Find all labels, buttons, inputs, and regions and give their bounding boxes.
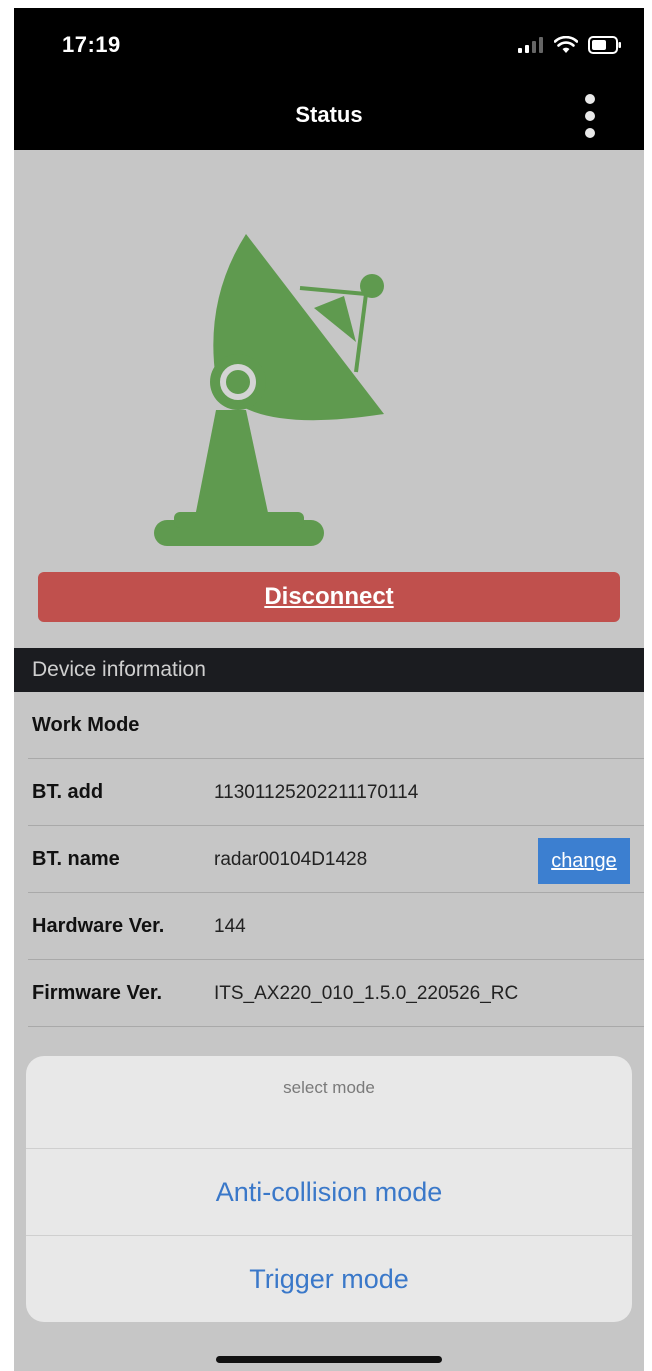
- trigger-mode-option[interactable]: Trigger mode: [26, 1236, 632, 1322]
- disconnect-button[interactable]: Disconnect: [38, 572, 620, 622]
- status-bar: 17:19: [14, 8, 644, 78]
- radar-dish-icon: [154, 234, 384, 546]
- info-label: Work Mode: [32, 714, 140, 736]
- info-value: ITS_AX220_010_1.5.0_220526_RC: [214, 983, 519, 1004]
- info-value: 144: [214, 916, 246, 937]
- device-info-header: Device information: [14, 648, 644, 692]
- status-icons: [518, 36, 622, 54]
- wifi-icon: [554, 36, 578, 53]
- status-time: 17:19: [62, 32, 121, 57]
- change-name-button[interactable]: change: [538, 838, 630, 884]
- nav-bar: Status: [14, 78, 644, 150]
- info-label: BT. name: [32, 848, 120, 870]
- row-divider: [28, 1026, 644, 1027]
- info-value: radar00104D1428: [214, 849, 368, 870]
- info-value: 11301125202211170114: [214, 782, 419, 803]
- menu-dot-icon: [585, 111, 595, 121]
- info-label: BT. add: [32, 781, 104, 803]
- menu-dot-icon: [585, 94, 595, 104]
- menu-dot-icon: [585, 128, 595, 138]
- more-options-button[interactable]: [580, 94, 600, 138]
- info-label: Hardware Ver.: [32, 915, 165, 937]
- page-title: Status: [295, 102, 363, 127]
- info-row-hardware-ver: Hardware Ver. 144: [14, 893, 644, 960]
- info-label: Firmware Ver.: [32, 982, 163, 1004]
- home-indicator[interactable]: [216, 1356, 442, 1363]
- phone-screen: 17:19 Status Disconnect Device informati…: [14, 8, 644, 1371]
- info-row-firmware-ver: Firmware Ver. ITS_AX220_010_1.5.0_220526…: [14, 960, 644, 1027]
- battery-icon: [588, 36, 621, 54]
- info-row-work-mode[interactable]: Work Mode: [14, 692, 644, 759]
- sheet-title: select mode: [283, 1078, 375, 1097]
- info-row-bt-add: BT. add 11301125202211170114: [14, 759, 644, 826]
- select-mode-sheet: select mode Anti-collision mode Trigger …: [26, 1056, 632, 1322]
- radar-illustration: [144, 230, 404, 550]
- anti-collision-mode-option[interactable]: Anti-collision mode: [26, 1149, 632, 1235]
- cellular-signal-icon: [518, 37, 543, 53]
